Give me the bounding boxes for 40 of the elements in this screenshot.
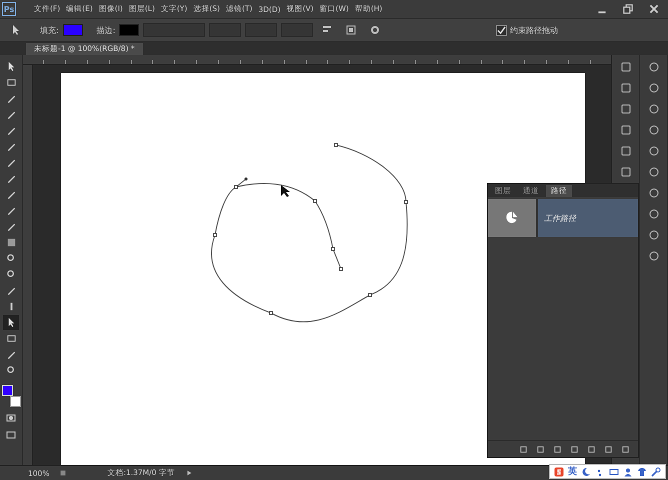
background-color-swatch[interactable] [10,396,21,407]
checkmark-icon [497,26,506,34]
screen-mode-icon[interactable] [5,429,17,441]
fill-label: 填充: [40,24,59,36]
ime-logo-icon[interactable] [554,466,564,476]
panel-icon[interactable] [620,82,632,94]
panel-icon[interactable] [620,145,632,157]
panel-icon[interactable] [648,208,660,220]
moon-icon[interactable] [581,466,591,476]
stroke-label: 描边: [96,24,116,36]
shirt-icon[interactable] [637,466,647,476]
arrange-icon[interactable] [345,24,358,36]
close-icon[interactable] [648,3,660,15]
panel-icon[interactable] [648,229,660,241]
foreground-color-swatch[interactable] [2,385,13,396]
play-arrow-icon[interactable] [184,469,193,477]
panel-icon[interactable] [648,103,660,115]
keyboard-icon[interactable] [609,466,619,476]
panel-icon[interactable] [648,250,660,262]
panel-icon[interactable] [648,145,660,157]
panel-icon[interactable] [648,166,660,178]
restore-icon[interactable] [622,3,634,15]
panel-icon[interactable] [620,61,632,73]
path-row[interactable]: 工作路径 [488,199,638,237]
input-mode[interactable]: 英 [568,465,577,478]
stroke-swatch[interactable] [119,24,140,36]
panel-icon[interactable] [648,187,660,199]
panel-icon[interactable] [648,61,660,73]
panel-icon[interactable] [620,103,632,115]
panel-icon[interactable] [648,124,660,136]
arrow-cursor-icon[interactable] [3,315,19,330]
fill-swatch[interactable] [62,24,83,36]
panel-icon[interactable] [648,82,660,94]
constrain-path-checkbox[interactable]: 约束路径拖动 [496,24,558,36]
panel-icon[interactable] [620,124,632,136]
arrow-cursor-icon [281,185,290,197]
user-icon[interactable] [623,466,633,476]
panel-icon[interactable] [620,166,632,178]
app-logo[interactable]: Ps [2,2,16,16]
arrow-cursor-icon[interactable] [10,24,22,36]
